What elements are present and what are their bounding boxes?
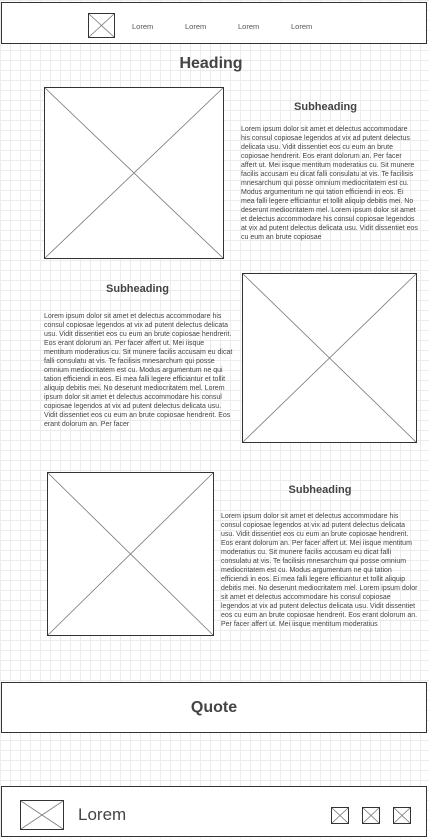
section-3-paragraph: Lorem ipsum dolor sit amet et delectus a… (221, 513, 418, 628)
section-3-subheading: Subheading (288, 484, 352, 496)
footer-bar: Lorem (1, 786, 427, 837)
logo-image-placeholder[interactable] (88, 13, 115, 38)
footer-social-icon-1[interactable] (331, 807, 349, 824)
header-bar: Lorem Lorem Lorem Lorem (1, 2, 427, 44)
section-1-image-placeholder (44, 87, 224, 259)
quote-block: Quote (1, 682, 427, 733)
section-2-subheading: Subheading (106, 283, 169, 295)
section-3-image-placeholder (47, 472, 214, 636)
nav-link-1[interactable]: Lorem (132, 22, 153, 31)
section-2-paragraph: Lorem ipsum dolor sit amet et delectus a… (44, 313, 233, 428)
footer-social-icon-2[interactable] (362, 807, 380, 824)
footer-logo-image-placeholder[interactable] (20, 800, 64, 830)
quote-text: Quote (190, 698, 238, 716)
footer-text: Lorem (78, 805, 127, 824)
section-1-paragraph: Lorem ipsum dolor sit amet et delectus a… (241, 126, 418, 241)
section-1-subheading: Subheading (294, 101, 357, 113)
nav-link-4[interactable]: Lorem (291, 22, 312, 31)
section-2-image-placeholder (242, 273, 417, 443)
footer-social-icon-3[interactable] (393, 807, 411, 824)
page-heading: Heading (179, 55, 243, 72)
nav-link-2[interactable]: Lorem (185, 22, 206, 31)
nav-link-3[interactable]: Lorem (238, 22, 259, 31)
